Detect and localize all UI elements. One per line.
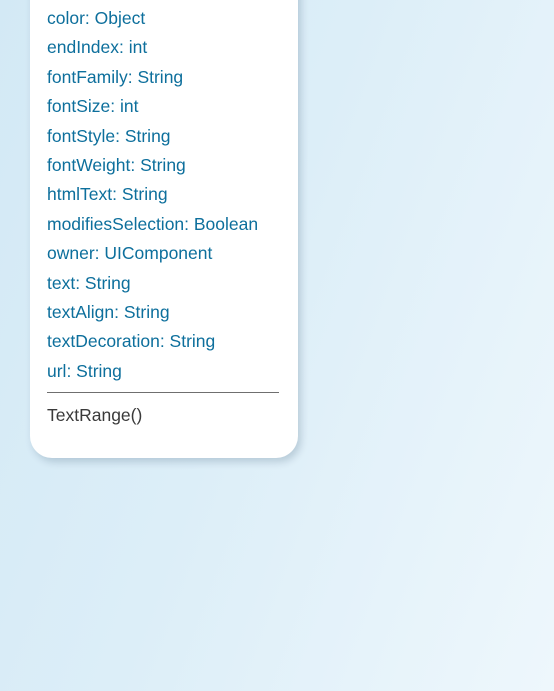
attribute-font-size: fontSize: int [47,96,139,117]
attribute-text-decoration: textDecoration: String [47,331,216,352]
attribute-color: color: Object [47,8,146,28]
attribute-end-index: endIndex: int [47,37,148,58]
attribute-html-text: htmlText: String [47,184,168,205]
attribute-font-family: fontFamily: String [47,66,184,87]
attribute-url: url: String [47,360,122,381]
compartment-divider [47,392,279,393]
attribute-font-style: fontStyle: String [47,125,171,146]
attribute-owner: owner: UIComponent [47,243,213,264]
attributes-compartment: color: Object endIndex: int fontFamily: … [47,4,258,386]
attribute-text: text: String [47,272,131,293]
operations-compartment: TextRange() [47,401,142,430]
operation-constructor: TextRange() [47,405,143,425]
attribute-modifies-selection: modifiesSelection: Boolean [47,213,259,234]
attribute-font-weight: fontWeight: String [47,154,186,175]
uml-class-box: color: Object endIndex: int fontFamily: … [30,0,298,458]
attribute-text-align: textAlign: String [47,301,170,322]
